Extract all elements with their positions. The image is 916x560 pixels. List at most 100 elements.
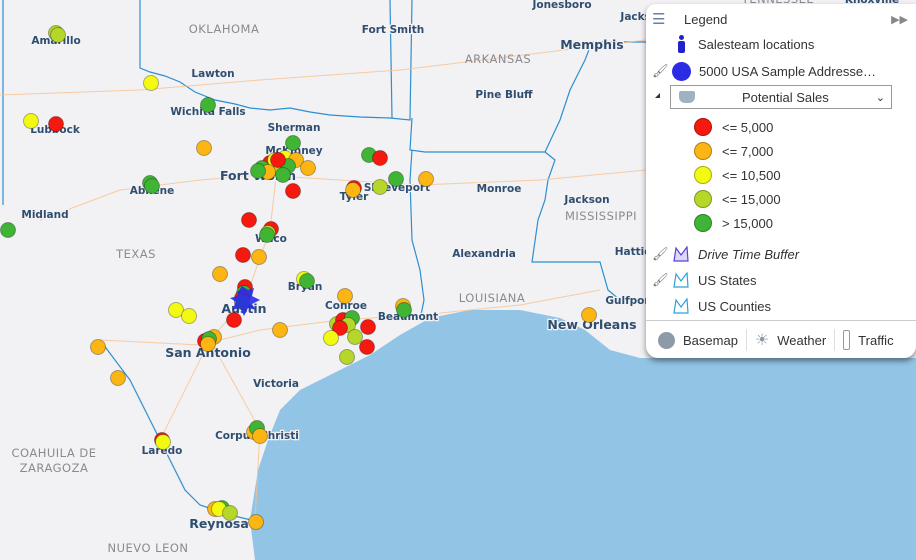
address-point[interactable] [388,171,404,187]
chevron-down-icon: ⌄ [875,91,885,104]
city-label: Jonesboro [531,0,591,11]
address-point[interactable] [200,97,216,113]
legend-header: ☰ Legend ▶▶ [652,8,912,30]
address-point[interactable] [300,160,316,176]
address-point[interactable] [339,349,355,365]
blue-circle-icon [672,61,691,81]
paintbrush-icon[interactable]: 🖌 [652,272,669,288]
layer-label: Salesteam locations [698,36,815,52]
traffic-label: Traffic [858,332,894,348]
region-label: TEXAS [115,247,156,261]
layer-sample-addresses[interactable]: 🖌 5000 USA Sample Addresse… [652,60,876,82]
traffic-button[interactable]: Traffic [835,329,901,351]
region-label: MISSISSIPPI [565,209,637,223]
layer-label: US Counties [698,298,771,314]
layer-us-states[interactable]: 🖌 US States [652,269,757,291]
address-point[interactable] [155,434,171,450]
legend-title: Legend [684,11,728,27]
address-point[interactable] [235,247,251,263]
polygon-icon [673,246,689,262]
address-point[interactable] [226,312,242,328]
region-label: LOUISIANA [459,291,525,305]
address-point[interactable] [285,183,301,199]
weather-label: Weather [777,332,827,348]
class-item: <= 15,000 [694,190,781,208]
class-label: <= 7,000 [722,143,774,159]
address-point[interactable] [252,428,268,444]
address-point[interactable] [200,336,216,352]
address-point[interactable] [360,319,376,335]
address-point[interactable] [241,212,257,228]
address-point[interactable] [48,116,64,132]
address-point[interactable] [110,370,126,386]
city-label: Monroe [477,183,522,195]
sun-icon: ☀ [754,332,770,349]
layer-label: 5000 USA Sample Addresse… [699,63,877,79]
class-item: <= 10,500 [694,166,781,184]
address-point[interactable] [251,249,267,265]
class-swatch [694,190,712,208]
address-point[interactable] [347,329,363,345]
address-point[interactable] [90,339,106,355]
paintbrush-icon[interactable]: 🖌 [652,246,669,262]
paintbrush-icon[interactable]: 🖌 [652,63,669,79]
polygon-icon [673,298,689,314]
address-point[interactable] [222,505,238,521]
address-point[interactable] [50,27,66,43]
class-item: > 15,000 [694,214,773,232]
address-point[interactable] [212,266,228,282]
address-point[interactable] [0,222,16,238]
region-label: COAHUILA DE [11,446,96,460]
style-select-value: Potential Sales [742,89,829,105]
class-label: <= 5,000 [722,119,774,135]
basemap-button[interactable]: Basemap [646,329,746,351]
weather-button[interactable]: ☀ Weather [747,329,834,351]
address-point[interactable] [23,113,39,129]
address-point[interactable] [272,322,288,338]
address-point[interactable] [181,308,197,324]
address-point[interactable] [196,140,212,156]
address-point[interactable] [248,514,264,530]
city-label: Victoria [253,378,299,390]
address-point[interactable] [143,75,159,91]
layer-drive-time-buffer[interactable]: 🖌 Drive Time Buffer [652,243,799,265]
legend-panel: ☰ Legend ▶▶ Salesteam locations 🖌 5000 U… [646,4,916,358]
address-point[interactable] [285,135,301,151]
paint-bucket-icon [679,91,695,103]
address-point[interactable] [359,339,375,355]
class-swatch [694,214,712,232]
address-point[interactable] [275,167,291,183]
address-point[interactable] [396,302,412,318]
address-point[interactable] [259,227,275,243]
address-point[interactable] [299,273,315,289]
layer-label: Drive Time Buffer [698,246,800,262]
address-point[interactable] [345,182,361,198]
layer-us-counties[interactable]: US Counties [672,295,771,317]
class-label: > 15,000 [722,215,773,231]
address-point[interactable] [144,178,160,194]
class-swatch [694,166,712,184]
address-point[interactable] [372,179,388,195]
collapse-legend-button[interactable]: ▶▶ [891,13,908,26]
city-label: Jackson [563,194,609,206]
layer-salesteam[interactable]: Salesteam locations [676,33,814,55]
class-item: <= 7,000 [694,142,773,160]
legend-list-icon: ☰ [652,11,666,28]
address-point[interactable] [372,150,388,166]
style-select[interactable]: Potential Sales ⌄ [670,85,892,109]
class-swatch [694,118,712,136]
address-point[interactable] [250,163,266,179]
address-point[interactable] [337,288,353,304]
address-point[interactable] [270,152,286,168]
city-label: Alexandria [452,248,516,260]
address-point[interactable] [581,307,597,323]
address-point[interactable] [323,330,339,346]
class-label: <= 10,500 [722,167,781,183]
expand-triangle-icon[interactable] [655,93,660,98]
city-label: Pine Bluff [475,89,533,101]
globe-icon [658,331,675,349]
region-label: NUEVO LEON [108,541,189,555]
person-icon [676,35,686,53]
address-point[interactable] [418,171,434,187]
class-item: <= 5,000 [694,118,773,136]
